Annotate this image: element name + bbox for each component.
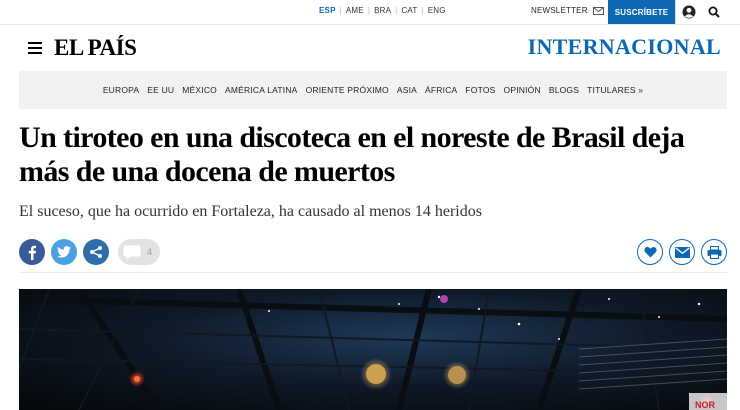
share-button[interactable] (83, 239, 109, 265)
nightclub-photo: NOR (19, 289, 727, 410)
email-button[interactable] (669, 239, 695, 265)
nav-item-titulares[interactable]: TITULARES » (587, 85, 643, 95)
hamburger-icon[interactable] (28, 42, 42, 54)
edition-separator: | (367, 6, 371, 15)
edition-eng[interactable]: ENG (428, 6, 446, 15)
print-button[interactable] (701, 239, 727, 265)
edition-selector: ESP | AME | BRA | CAT | ENG (319, 6, 446, 15)
user-icon (682, 5, 696, 19)
share-divider (19, 272, 727, 273)
edition-separator: | (395, 6, 398, 15)
edition-cat[interactable]: CAT (401, 6, 417, 15)
edition-ame[interactable]: AME (346, 6, 364, 15)
nav-item-europa[interactable]: EUROPA (103, 85, 139, 95)
top-divider (0, 24, 740, 25)
article-subheadline: El suceso, que ha ocurrido en Fortaleza,… (19, 203, 482, 220)
nav-item-oriente-proximo[interactable]: ORIENTE PRÓXIMO (306, 85, 389, 95)
edition-bra[interactable]: BRA (374, 6, 391, 15)
comment-count: 4 (147, 247, 153, 257)
article-headline: Un tiroteo en una discoteca en el norest… (19, 121, 685, 188)
nav-item-eeuu[interactable]: EE UU (147, 85, 174, 95)
nav-item-blogs[interactable]: BLOGS (549, 85, 579, 95)
comment-icon (123, 245, 141, 259)
envelope-icon (674, 246, 690, 258)
search-icon (708, 6, 720, 18)
nav-item-fotos[interactable]: FOTOS (465, 85, 495, 95)
comments-button[interactable]: 4 (118, 239, 160, 265)
user-button[interactable] (675, 0, 702, 24)
site-logo[interactable]: EL PAÍS (54, 35, 137, 61)
save-button[interactable] (637, 239, 663, 265)
heart-icon (643, 247, 657, 258)
article-tools (637, 239, 727, 265)
facebook-icon (28, 245, 37, 260)
nav-item-mexico[interactable]: MÉXICO (182, 85, 217, 95)
top-bar: ESP | AME | BRA | CAT | ENG NEWSLETTER S… (0, 0, 740, 24)
twitter-icon (57, 246, 71, 258)
section-title[interactable]: INTERNACIONAL (528, 34, 721, 60)
social-share-bar: 4 (19, 239, 160, 265)
mail-icon (592, 6, 604, 15)
newsletter-link[interactable]: NEWSLETTER (531, 6, 604, 15)
twitter-share-button[interactable] (51, 239, 77, 265)
newsletter-label: NEWSLETTER (531, 6, 588, 15)
article-photo[interactable]: NOR (19, 289, 727, 410)
edition-esp[interactable]: ESP (319, 6, 336, 15)
facebook-share-button[interactable] (19, 239, 45, 265)
edition-separator: | (421, 6, 424, 15)
section-nav: EUROPA EE UU MÉXICO AMÉRICA LATINA ORIEN… (19, 71, 727, 109)
print-icon (707, 245, 721, 259)
svg-text:NOR: NOR (695, 400, 716, 410)
search-button[interactable] (702, 0, 726, 24)
nav-item-asia[interactable]: ASIA (397, 85, 417, 95)
edition-separator: | (339, 6, 342, 15)
nav-item-opinion[interactable]: OPINIÓN (504, 85, 541, 95)
subscribe-button[interactable]: SUSCRÍBETE (608, 0, 675, 24)
share-icon (90, 246, 102, 258)
nav-item-africa[interactable]: ÁFRICA (425, 85, 457, 95)
nav-item-america-latina[interactable]: AMÉRICA LATINA (225, 85, 298, 95)
